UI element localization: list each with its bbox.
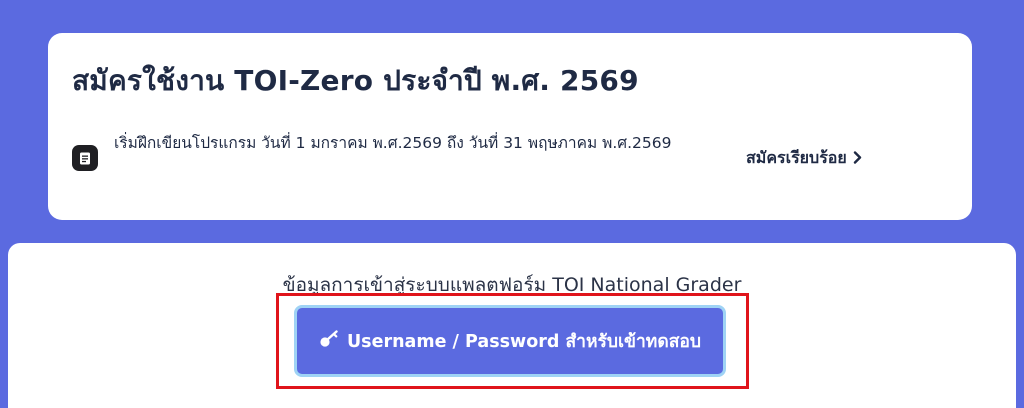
registration-card: สมัครใช้งาน TOI-Zero ประจำปี พ.ศ. 2569 เ…	[48, 33, 972, 220]
registration-title: สมัครใช้งาน TOI-Zero ประจำปี พ.ศ. 2569	[72, 64, 639, 97]
registration-status-link[interactable]: สมัครเรียบร้อย	[746, 146, 862, 171]
registration-description: เริ่มฝึกเขียนโปรแกรม วันที่ 1 มกราคม พ.ศ…	[114, 134, 672, 152]
platform-panel: ข้อมูลการเข้าสู่ระบบแพลตฟอร์ม TOI Nation…	[8, 243, 1016, 408]
credentials-button[interactable]: Username / Password สำหรับเข้าทดสอบ	[294, 305, 726, 377]
credentials-button-label: Username / Password สำหรับเข้าทดสอบ	[346, 332, 702, 352]
key-icon	[319, 329, 341, 353]
chevron-right-icon	[853, 149, 862, 168]
registration-status-label: สมัครเรียบร้อย	[746, 148, 847, 167]
document-icon	[72, 145, 98, 171]
